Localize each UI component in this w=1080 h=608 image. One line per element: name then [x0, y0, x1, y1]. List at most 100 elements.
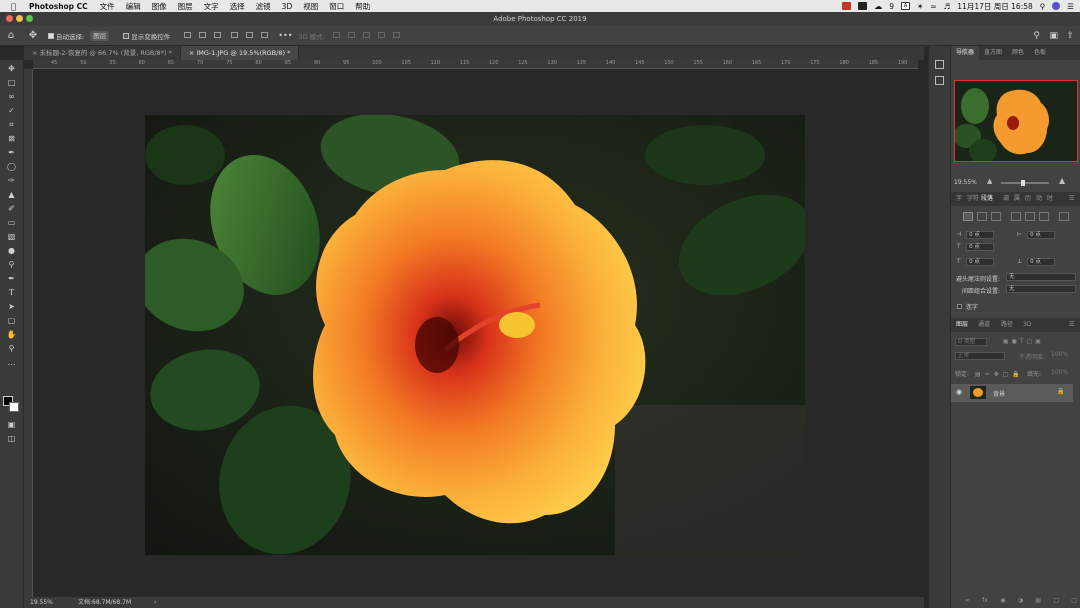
new-layer-icon[interactable]: □	[1053, 597, 1059, 605]
zoom-slider-thumb[interactable]	[1021, 180, 1025, 186]
record-icon[interactable]	[842, 2, 852, 10]
add-mask-icon[interactable]: ◉	[1000, 597, 1005, 605]
fx-icon[interactable]: fx	[982, 597, 988, 605]
menu-help[interactable]: 帮助	[355, 1, 370, 12]
tab-adjust[interactable]: 调	[1003, 192, 1009, 206]
tab-properties[interactable]: 属	[1014, 192, 1020, 206]
blend-mode-select[interactable]: 正常	[955, 352, 1005, 360]
dodge-tool-icon[interactable]: ⚲	[6, 260, 17, 270]
layer-name[interactable]: 背景	[993, 389, 1005, 398]
eye-icon[interactable]: ◉	[956, 388, 962, 396]
tab-navigator[interactable]: 导航器	[951, 46, 980, 60]
tab-channels[interactable]: 通道	[978, 318, 990, 332]
indent-first-input[interactable]: 0 点	[966, 243, 995, 251]
panel-menu-icon[interactable]: ☰	[1069, 192, 1074, 206]
tab-untitled-2[interactable]: × 未标题-2-恢复的 @ 66.7% (背景, RGB/8*) *	[24, 46, 181, 60]
tab-history[interactable]: 历	[1025, 192, 1031, 206]
navigator-zoom-slider[interactable]	[1001, 180, 1049, 186]
lock-icons[interactable]: ▤✑✥□🔒	[975, 371, 1024, 378]
hyphenate-checkbox[interactable]	[957, 304, 962, 309]
path-select-icon[interactable]: ➤	[6, 302, 17, 312]
move-tool-icon[interactable]: ✥	[6, 64, 17, 74]
group-icon[interactable]: ▤	[1035, 597, 1041, 605]
crop-tool-icon[interactable]: ⌗	[6, 120, 17, 130]
apple-icon[interactable]: 	[11, 2, 21, 11]
show-transform-checkbox[interactable]: 显示变换控件	[123, 29, 170, 43]
brush-tool-icon[interactable]: ✑	[6, 176, 17, 186]
layer-row-background[interactable]: ◉ 背景 🔒	[951, 384, 1073, 402]
menu-filter[interactable]: 滤镜	[256, 1, 271, 12]
zoom-out-icon[interactable]: ▲	[987, 177, 992, 185]
wechat-icon[interactable]: ☁	[874, 2, 882, 11]
hanging-select[interactable]: 无	[1006, 273, 1076, 281]
eraser-tool-icon[interactable]: ▭	[6, 218, 17, 228]
canvas-area[interactable]	[33, 69, 918, 597]
delete-layer-icon[interactable]: ▢	[1071, 597, 1077, 605]
stamp-tool-icon[interactable]: ▲	[6, 190, 17, 200]
tab-timeline[interactable]: 时	[1047, 192, 1053, 206]
adjustment-icon[interactable]: ◑	[1018, 597, 1023, 605]
layer-kind-filter[interactable]: Q 类型 ▣●T□▣	[955, 338, 1044, 346]
menu-image[interactable]: 图像	[152, 1, 167, 12]
input-method-icon[interactable]: A	[900, 2, 910, 10]
align-center-text-icon[interactable]	[977, 212, 987, 221]
menu-3d[interactable]: 3D	[282, 2, 293, 11]
align-right-icon[interactable]	[214, 31, 222, 38]
justify-center-icon[interactable]	[1025, 212, 1035, 221]
layer-filter-icons[interactable]: ▣●T□▣	[1003, 338, 1044, 345]
more-options-button[interactable]: •••	[278, 29, 292, 43]
indent-left-input[interactable]: 0 点	[966, 231, 995, 239]
eyedropper-tool-icon[interactable]: ✒	[6, 148, 17, 158]
zoom-tool-icon[interactable]: ⚲	[6, 344, 17, 354]
screen-mode-icon[interactable]: ◫	[6, 434, 17, 444]
menu-type[interactable]: 文字	[204, 1, 219, 12]
menu-edit[interactable]: 编辑	[126, 1, 141, 12]
clock[interactable]: 11月17日 周日 16:58	[957, 1, 1032, 12]
justify-all-icon[interactable]	[1059, 212, 1069, 221]
tab-char-a[interactable]: 字	[956, 192, 962, 206]
composer-select[interactable]: 无	[1006, 285, 1076, 293]
history-brush-icon[interactable]: ✐	[6, 204, 17, 214]
bluetooth-icon[interactable]: ✶	[917, 2, 923, 11]
quick-mask-icon[interactable]: ▣	[6, 420, 17, 430]
space-after-input[interactable]: 0 点	[1027, 258, 1056, 266]
shape-tool-icon[interactable]: ▢	[6, 316, 17, 326]
3d-scale-icon[interactable]	[392, 31, 400, 38]
layer-kind-select[interactable]: Q 类型	[955, 338, 987, 346]
opacity-input[interactable]: 100%	[1051, 351, 1075, 358]
wifi-icon[interactable]: ≈	[930, 2, 936, 11]
close-window-button[interactable]	[6, 15, 13, 22]
justify-right-icon[interactable]	[1039, 212, 1049, 221]
justify-left-icon[interactable]	[1011, 212, 1021, 221]
spotlight-icon[interactable]: ⚲	[1040, 2, 1046, 11]
home-icon[interactable]: ⌂	[0, 29, 22, 43]
pen-tool-icon[interactable]: ✒	[6, 274, 17, 284]
menu-file[interactable]: 文件	[100, 1, 115, 12]
share-icon[interactable]: ⇧	[1066, 29, 1074, 43]
align-right-text-icon[interactable]	[991, 212, 1001, 221]
frame-tool-icon[interactable]: ⊠	[6, 134, 17, 144]
notification-icon[interactable]: ☰	[1067, 2, 1074, 11]
status-zoom[interactable]: 19.55%	[30, 597, 53, 608]
3d-roll-icon[interactable]	[347, 31, 355, 38]
align-center-icon[interactable]	[199, 31, 207, 38]
lasso-tool-icon[interactable]: ∞	[6, 92, 17, 102]
3d-pan-icon[interactable]	[362, 31, 370, 38]
tab-histogram[interactable]: 直方图	[979, 46, 1007, 60]
navigator-preview[interactable]	[954, 80, 1078, 162]
3d-rotate-icon[interactable]	[332, 31, 340, 38]
workspace-icon[interactable]: ▣	[1049, 29, 1058, 43]
menu-window[interactable]: 窗口	[329, 1, 344, 12]
navigator-zoom-value[interactable]: 19.55%	[954, 179, 977, 186]
align-left-icon[interactable]	[184, 31, 192, 38]
menu-app-name[interactable]: Photoshop CC	[29, 2, 88, 11]
hibiscus-photo[interactable]	[145, 115, 805, 555]
align-bottom-icon[interactable]	[261, 31, 269, 38]
hyphenate-row[interactable]: 连字	[957, 302, 978, 311]
screen-icon[interactable]	[858, 2, 868, 10]
tab-character[interactable]: 字符	[967, 192, 979, 206]
more-tools-icon[interactable]: ⋯	[6, 360, 17, 370]
tab-img-1[interactable]: × IMG-1.JPG @ 19.5%(RGB/8) *	[180, 46, 300, 60]
type-tool-icon[interactable]: T	[6, 288, 17, 298]
menu-view[interactable]: 视图	[303, 1, 318, 12]
